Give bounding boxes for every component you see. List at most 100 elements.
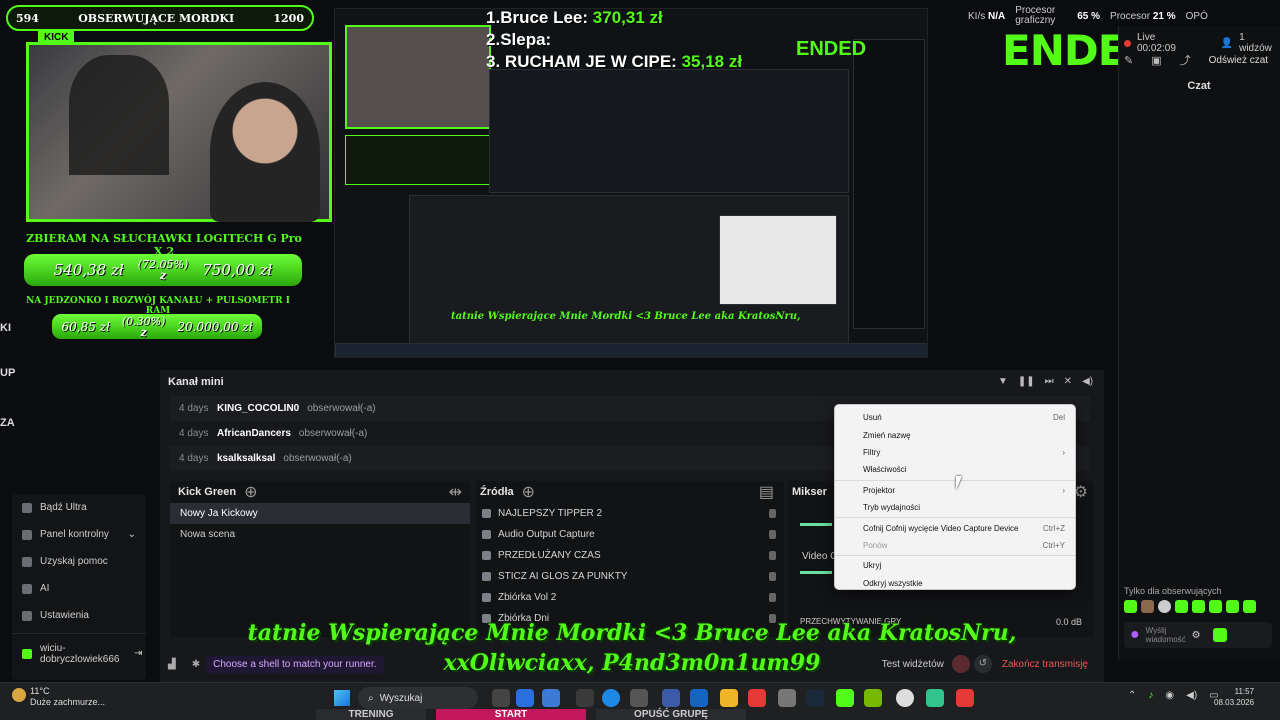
share-icon[interactable]: ⤴ <box>1180 52 1191 68</box>
mic-icon[interactable]: ♪ <box>1148 690 1153 701</box>
stats-icon[interactable]: ▟ <box>168 659 176 670</box>
activity-title: Kanał mini <box>168 376 224 388</box>
source-item[interactable]: NAJLEPSZY TIPPER 2 <box>476 503 784 524</box>
settings-icon[interactable]: ⚙ <box>1192 630 1201 641</box>
store-icon[interactable] <box>630 689 648 707</box>
menu-item-delete[interactable]: Usuń Del <box>835 409 1075 426</box>
menu-item-show-all[interactable]: Odkryj wszystkie <box>835 575 1075 592</box>
menu-item-rename[interactable]: Zmień nazwę <box>835 426 1075 443</box>
taskbar-search[interactable]: ⌕ Wyszukaj <box>358 687 478 709</box>
kick-app-icon[interactable] <box>836 689 854 707</box>
donor-1: 1.Bruce Lee: 370,31 zł <box>486 8 663 27</box>
emote-bar[interactable] <box>1124 600 1256 613</box>
menu-item-undo[interactable]: Cofnij Cofnij wycięcie Video Capture Dev… <box>835 519 1075 536</box>
emote-icon[interactable] <box>1243 600 1256 613</box>
app-sidebar: Bądź Ultra Panel kontrolny ⌄ Uzyskaj pomo… <box>12 494 146 680</box>
pause-icon[interactable]: ❚❚ <box>1018 376 1035 387</box>
youtube-icon[interactable] <box>748 689 766 707</box>
record-button[interactable] <box>951 655 970 673</box>
edit-icon[interactable]: ✎ <box>1124 54 1133 67</box>
emote-icon[interactable] <box>1192 600 1205 613</box>
windows-start-icon[interactable] <box>334 690 350 706</box>
chevron-down-icon: ⌄ <box>127 529 136 540</box>
app-icon[interactable] <box>956 689 974 707</box>
folder-icon[interactable]: ▤ <box>759 482 774 502</box>
app-icon[interactable] <box>516 689 534 707</box>
chevron-up-icon[interactable]: ⌃ <box>1128 690 1136 701</box>
source-item[interactable]: STICZ AI GLOS ZA PUNKTY <box>476 566 784 587</box>
volume-icon[interactable]: ◀) <box>1082 376 1093 387</box>
dropbox-icon[interactable] <box>690 689 708 707</box>
send-icon[interactable] <box>1212 628 1227 642</box>
test-widgets-button[interactable]: Test widżetów <box>882 659 944 670</box>
sidebar-item-help[interactable]: Uzyskaj pomoc <box>12 548 146 575</box>
network-icon[interactable]: ◉ <box>1165 690 1174 701</box>
runner-hint[interactable]: Choose a shell to match your runner. <box>206 655 384 673</box>
extra-stat: OPÓ <box>1185 10 1208 22</box>
end-stream-button[interactable]: Zakończ transmisję <box>1002 659 1088 670</box>
steam-icon[interactable] <box>806 689 824 707</box>
streamlabs-icon[interactable] <box>926 689 944 707</box>
mute-alerts-icon[interactable]: ✕ <box>1064 376 1072 387</box>
source-item[interactable]: PRZEDŁUŻANY CZAS <box>476 545 784 566</box>
chat-input[interactable]: ● Wyślij wiadomość ⚙ <box>1124 622 1272 648</box>
emote-icon[interactable] <box>1158 600 1171 613</box>
source-item[interactable]: Audio Output Capture <box>476 524 784 545</box>
app-icon[interactable] <box>576 689 594 707</box>
app-icon[interactable] <box>542 689 560 707</box>
taskbar-clock[interactable]: 11:57 08.03.2026 <box>1214 686 1254 708</box>
mic-icon[interactable]: ● <box>1130 626 1140 644</box>
viewer-count: 1 widzów <box>1239 32 1272 54</box>
source-icon <box>482 593 491 602</box>
scene-item[interactable]: Nowy Ja Kickowy <box>170 503 470 524</box>
live-dot-icon <box>1124 39 1131 47</box>
nvidia-icon[interactable] <box>864 689 882 707</box>
skip-icon[interactable]: ⏭ <box>1045 376 1054 387</box>
replay-icon[interactable]: ↺ <box>973 655 992 673</box>
emote-icon[interactable] <box>1209 600 1222 613</box>
sidebar-user[interactable]: wiciu-dobryczlowiek666 ⇥ <box>12 633 146 673</box>
add-scene-icon[interactable]: ⊕ <box>244 482 257 502</box>
scene-item[interactable]: Nowa scena <box>170 524 470 545</box>
app-icon[interactable] <box>662 689 680 707</box>
menu-item-filters[interactable]: Filtry › <box>835 444 1075 461</box>
task-view-icon[interactable] <box>492 689 510 707</box>
sidebar-item-ultra[interactable]: Bądź Ultra <box>12 494 146 521</box>
menu-item-properties[interactable]: Właściwości <box>835 461 1075 478</box>
nested-chat <box>853 39 925 329</box>
sidebar-item-ai[interactable]: AI <box>12 575 146 602</box>
follower-count: 594 <box>16 11 39 25</box>
goal2-bar: 60,85 zł (0.30%) z 20.000,00 zł <box>52 314 262 339</box>
emote-icon[interactable] <box>1141 600 1154 613</box>
edge-icon[interactable] <box>602 689 620 707</box>
kick-logo-icon: KICK <box>38 31 75 44</box>
source-item[interactable]: Zbiórka Vol 2 <box>476 587 784 608</box>
scenes-header: Kick Green ⊕ ⇹ <box>170 481 470 503</box>
sources-header: Źródła ⊕ ▤ <box>476 481 784 503</box>
transitions-icon[interactable]: ⇹ <box>449 482 462 502</box>
emote-icon[interactable] <box>1175 600 1188 613</box>
live-timer: Live 00:02:09 <box>1136 32 1176 54</box>
weather-widget[interactable]: 11°C Duże zachmurze... <box>30 686 105 708</box>
app-icon[interactable] <box>778 689 796 707</box>
add-source-icon[interactable]: ⊕ <box>522 482 535 502</box>
source-icon <box>482 551 491 560</box>
context-menu: Usuń Del Zmień nazwę Filtry › Właściwości … <box>834 404 1076 590</box>
refresh-chat-button[interactable]: Odśwież czat <box>1209 55 1268 66</box>
menu-item-hide[interactable]: Ukryj <box>835 557 1075 574</box>
menu-item-projector[interactable]: Projektor › <box>835 482 1075 499</box>
ended-label-small: ENDED <box>796 38 867 60</box>
filter-icon[interactable]: ▼ <box>998 376 1008 387</box>
save-icon[interactable]: ▣ <box>1151 54 1161 67</box>
clock-date: 08.03.2026 <box>1214 698 1255 707</box>
nested-webcam <box>345 25 491 129</box>
emote-icon[interactable] <box>1124 600 1137 613</box>
dashboard-icon <box>22 529 32 540</box>
chatgpt-icon[interactable] <box>896 689 914 707</box>
folder-icon[interactable] <box>720 689 738 707</box>
volume-icon[interactable]: ◀) <box>1186 690 1197 701</box>
sidebar-item-dashboard[interactable]: Panel kontrolny ⌄ <box>12 521 146 548</box>
emote-icon[interactable] <box>1226 600 1239 613</box>
menu-item-performance-mode[interactable]: Tryb wydajności <box>835 499 1075 516</box>
sidebar-item-settings[interactable]: Ustawienia <box>12 602 146 629</box>
